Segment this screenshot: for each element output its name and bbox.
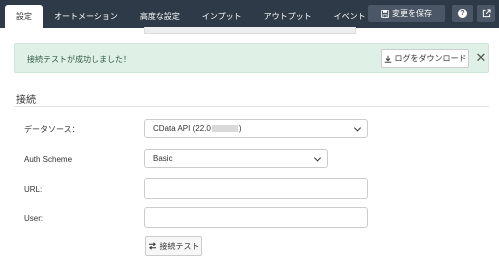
external-link-icon	[482, 9, 491, 18]
alert-message: 接続テストが成功しました！	[27, 55, 131, 64]
tab-advanced[interactable]: 高度な設定	[129, 5, 191, 28]
swap-arrows-icon	[148, 242, 156, 250]
success-alert: 接続テストが成功しました！ ログをダウンロード ✕	[14, 43, 489, 73]
user-label: User:	[24, 214, 44, 223]
auth-scheme-label: Auth Scheme	[24, 155, 73, 164]
tab-bar: 設定 オートメーション 高度な設定 インプット アウトプット イベント	[5, 5, 377, 28]
question-icon: ?	[458, 9, 467, 18]
close-icon[interactable]: ✕	[475, 50, 487, 66]
chevron-down-icon	[313, 153, 322, 162]
user-input[interactable]	[144, 207, 368, 228]
tab-automation[interactable]: オートメーション	[43, 5, 129, 28]
download-log-label: ログをダウンロード	[394, 54, 467, 63]
section-divider	[14, 106, 489, 107]
top-navigation-bar: 設定 オートメーション 高度な設定 インプット アウトプット イベント 変更を保…	[0, 0, 499, 28]
tab-input[interactable]: インプット	[191, 5, 253, 28]
datasource-select[interactable]: CData API (22.0)	[144, 119, 368, 138]
tab-output[interactable]: アウトプット	[253, 5, 323, 28]
save-changes-button[interactable]: 変更を保存	[368, 5, 445, 22]
datasource-value-suffix: )	[238, 124, 242, 133]
url-label: URL:	[24, 185, 43, 194]
auth-scheme-select[interactable]: Basic	[144, 149, 328, 168]
redacted-version	[211, 125, 238, 132]
test-connection-label: 接続テスト	[159, 241, 200, 251]
download-log-button[interactable]: ログをダウンロード	[381, 49, 469, 68]
url-input[interactable]	[144, 178, 368, 199]
help-button[interactable]: ?	[452, 5, 473, 22]
tab-settings[interactable]: 設定	[5, 5, 43, 28]
chevron-down-icon	[353, 123, 362, 132]
test-connection-button[interactable]: 接続テスト	[145, 236, 202, 256]
clipped-field-input	[144, 27, 356, 34]
download-icon	[384, 55, 391, 63]
auth-scheme-value: Basic	[153, 154, 173, 163]
open-external-button[interactable]	[477, 5, 495, 22]
datasource-value: CData API (22.0	[153, 124, 211, 133]
save-changes-label: 変更を保存	[392, 9, 432, 18]
section-title: 接続	[16, 95, 36, 106]
floppy-disk-icon	[381, 9, 389, 18]
datasource-label: データソース：	[24, 125, 80, 134]
